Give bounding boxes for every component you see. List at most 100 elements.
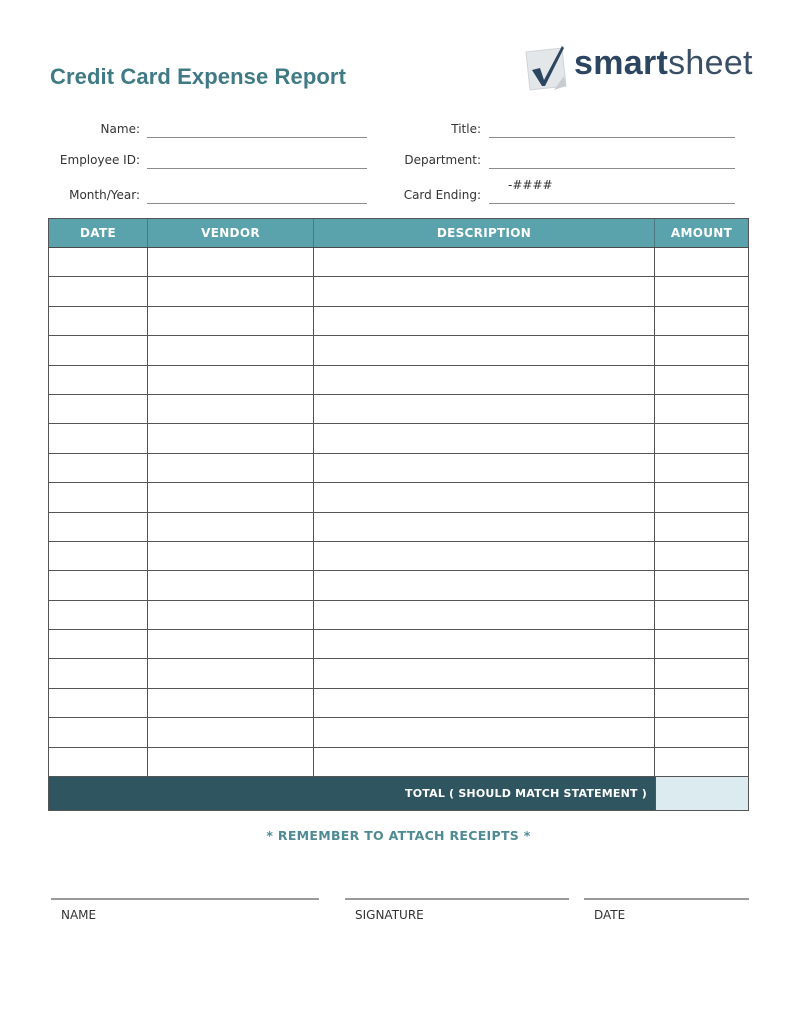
description-cell[interactable] [314,630,655,659]
vendor-cell[interactable] [148,718,314,747]
amount-cell[interactable] [655,366,748,394]
vendor-cell[interactable] [148,336,314,365]
amount-cell[interactable] [655,307,748,335]
month-year-input[interactable] [147,203,367,204]
vendor-cell[interactable] [148,394,314,424]
vendor-cell[interactable] [148,541,314,571]
date-cell[interactable] [49,394,148,424]
description-cell[interactable] [314,453,655,483]
vendor-cell[interactable] [148,306,314,336]
vendor-cell[interactable] [148,365,314,394]
description-cell[interactable] [314,394,655,424]
amount-cell[interactable] [655,277,748,305]
vendor-cell[interactable] [148,453,314,483]
amount-cell[interactable] [655,248,748,276]
amount-cell[interactable] [655,395,748,423]
date-cell[interactable] [49,424,148,453]
vendor-cell[interactable] [148,483,314,512]
name-signature-line[interactable] [51,898,319,900]
table-row [49,571,748,601]
amount-cell[interactable] [655,513,748,541]
description-cell[interactable] [314,365,655,394]
department-label: Department: [404,153,481,167]
card-ending-label: Card Ending: [403,188,481,202]
amount-cell[interactable] [655,571,748,599]
amount-cell[interactable] [655,601,748,629]
date-cell[interactable] [49,306,148,336]
total-amount-cell[interactable] [655,777,748,811]
employee-id-field: Employee ID: [40,153,140,175]
amount-cell[interactable] [655,748,748,776]
date-cell[interactable] [49,512,148,541]
vendor-cell[interactable] [148,747,314,777]
date-cell[interactable] [49,248,148,277]
amount-cell[interactable] [655,630,748,658]
table-row [49,630,748,660]
name-signature-label: NAME [61,908,97,922]
employee-id-input[interactable] [147,168,367,169]
vendor-cell[interactable] [148,424,314,453]
card-ending-input[interactable] [489,203,735,204]
description-cell[interactable] [314,424,655,453]
description-cell[interactable] [314,688,655,718]
vendor-cell[interactable] [148,600,314,630]
table-body [49,248,748,778]
card-ending-field: Card Ending: [380,188,481,210]
title-input[interactable] [489,137,735,138]
amount-cell[interactable] [655,483,748,511]
table-row [49,306,748,337]
date-cell[interactable] [49,659,148,688]
date-cell[interactable] [49,571,148,600]
vendor-cell[interactable] [148,248,314,277]
card-ending-value[interactable]: -#### [508,178,553,192]
amount-cell[interactable] [655,424,748,452]
date-signature-line[interactable] [584,898,749,900]
vendor-cell[interactable] [148,659,314,688]
date-cell[interactable] [49,541,148,571]
description-cell[interactable] [314,718,655,747]
column-header-amount: AMOUNT [670,226,733,240]
date-cell[interactable] [49,453,148,483]
amount-cell[interactable] [655,542,748,570]
description-cell[interactable] [314,277,655,306]
vendor-cell[interactable] [148,630,314,659]
date-cell[interactable] [49,630,148,659]
date-cell[interactable] [49,600,148,630]
vendor-cell[interactable] [148,571,314,600]
amount-cell[interactable] [655,689,748,717]
vendor-cell[interactable] [148,688,314,718]
department-input[interactable] [489,168,735,169]
date-cell[interactable] [49,336,148,365]
column-header-date: DATE [49,219,148,247]
description-cell[interactable] [314,483,655,512]
description-cell[interactable] [314,747,655,777]
description-cell[interactable] [314,248,655,277]
name-signature-block: NAME [51,898,319,922]
description-cell[interactable] [314,512,655,541]
description-cell[interactable] [314,571,655,600]
date-cell[interactable] [49,365,148,394]
column-header-vendor: VENDOR [148,219,314,247]
date-cell[interactable] [49,483,148,512]
column-header-description: DESCRIPTION [314,219,655,247]
vendor-cell[interactable] [148,277,314,306]
date-cell[interactable] [49,718,148,747]
name-input[interactable] [147,137,367,138]
date-signature-label: DATE [594,908,626,922]
amount-cell[interactable] [655,718,748,746]
description-cell[interactable] [314,659,655,688]
description-cell[interactable] [314,336,655,365]
table-row [49,365,748,395]
amount-cell[interactable] [655,659,748,687]
table-row [49,659,748,689]
amount-cell[interactable] [655,454,748,482]
date-cell[interactable] [49,688,148,718]
description-cell[interactable] [314,306,655,336]
description-cell[interactable] [314,600,655,630]
date-cell[interactable] [49,747,148,777]
vendor-cell[interactable] [148,512,314,541]
date-cell[interactable] [49,277,148,306]
amount-cell[interactable] [655,336,748,364]
description-cell[interactable] [314,541,655,571]
signature-line[interactable] [345,898,569,900]
